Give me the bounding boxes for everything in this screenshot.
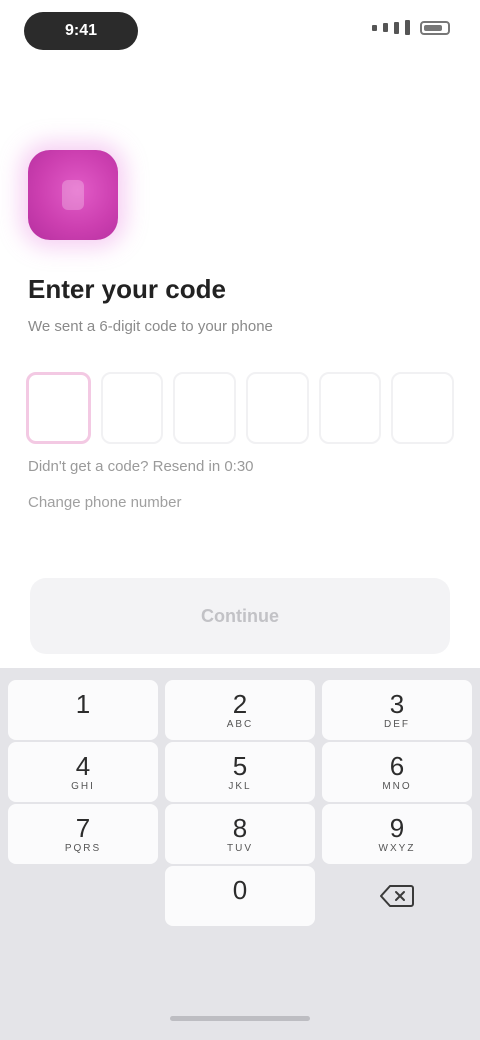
keyboard-key-7[interactable]: 7 PQRS bbox=[8, 804, 158, 864]
key-letters: WXYZ bbox=[378, 842, 416, 854]
key-letters: PQRS bbox=[64, 842, 102, 854]
key-number: 2 bbox=[232, 688, 248, 719]
code-digit-input[interactable] bbox=[173, 372, 237, 444]
signal-icon bbox=[394, 21, 399, 34]
key-number: 9 bbox=[389, 812, 405, 843]
key-number: 4 bbox=[75, 750, 91, 781]
keyboard-key-8[interactable]: 8 TUV bbox=[165, 804, 315, 864]
keyboard-key-3[interactable]: 3 DEF bbox=[322, 680, 472, 740]
key-letters: JKL bbox=[228, 780, 252, 792]
resend-countdown-text: Didn't get a code? Resend in 0:30 bbox=[28, 458, 254, 475]
key-number: 1 bbox=[75, 689, 91, 719]
status-bar: 9:41 bbox=[0, 0, 480, 62]
keyboard-key-2[interactable]: 2 ABC bbox=[165, 680, 315, 740]
key-letters: ABC bbox=[226, 718, 254, 730]
page-subtitle: We sent a 6-digit code to your phone bbox=[28, 318, 273, 335]
backspace-icon bbox=[380, 885, 414, 907]
page-title: Enter your code bbox=[28, 274, 226, 304]
status-time: 9:41 bbox=[24, 12, 138, 50]
key-number: 7 bbox=[75, 812, 91, 843]
home-indicator bbox=[170, 1016, 310, 1021]
key-number: 5 bbox=[232, 750, 248, 781]
key-letters: GHI bbox=[71, 780, 95, 792]
continue-button[interactable]: Continue bbox=[30, 578, 450, 654]
code-digit-input[interactable] bbox=[26, 372, 91, 444]
signal-icon bbox=[405, 20, 410, 35]
keyboard-key-4[interactable]: 4 GHI bbox=[8, 742, 158, 802]
change-number-link[interactable]: Change phone number bbox=[28, 494, 448, 511]
status-icons bbox=[372, 20, 450, 35]
keyboard-delete-key[interactable] bbox=[322, 866, 472, 926]
keyboard-key-9[interactable]: 9 WXYZ bbox=[322, 804, 472, 864]
key-letters: TUV bbox=[227, 842, 253, 854]
key-number: 3 bbox=[389, 688, 405, 719]
battery-icon bbox=[420, 20, 450, 35]
code-digit-input[interactable] bbox=[100, 372, 164, 444]
key-letters: MNO bbox=[382, 780, 412, 792]
numeric-keyboard: 1 2 ABC 3 DEF 4 GHI 5 JKL 6 MNO 7 PQRS 8 bbox=[0, 668, 480, 1040]
code-digit-input[interactable] bbox=[318, 372, 382, 444]
code-digit-input[interactable] bbox=[391, 372, 455, 444]
keyboard-key-1[interactable]: 1 bbox=[8, 680, 158, 740]
signal-icon bbox=[372, 24, 377, 31]
code-digit-input[interactable] bbox=[246, 372, 309, 444]
keyboard-key-5[interactable]: 5 JKL bbox=[165, 742, 315, 802]
key-number: 8 bbox=[232, 812, 248, 843]
app-logo-icon bbox=[28, 150, 118, 240]
keyboard-key-6[interactable]: 6 MNO bbox=[322, 742, 472, 802]
keyboard-key-0[interactable]: 0 bbox=[165, 866, 315, 926]
key-letters: DEF bbox=[384, 718, 410, 730]
code-input-row bbox=[26, 372, 455, 444]
app-logo-glyph bbox=[62, 180, 84, 210]
key-number: 0 bbox=[232, 875, 248, 905]
key-number: 6 bbox=[389, 750, 405, 781]
signal-icon bbox=[383, 23, 388, 32]
verification-screen: 9:41 Enter your code We sent a 6-digit c… bbox=[0, 0, 480, 1040]
